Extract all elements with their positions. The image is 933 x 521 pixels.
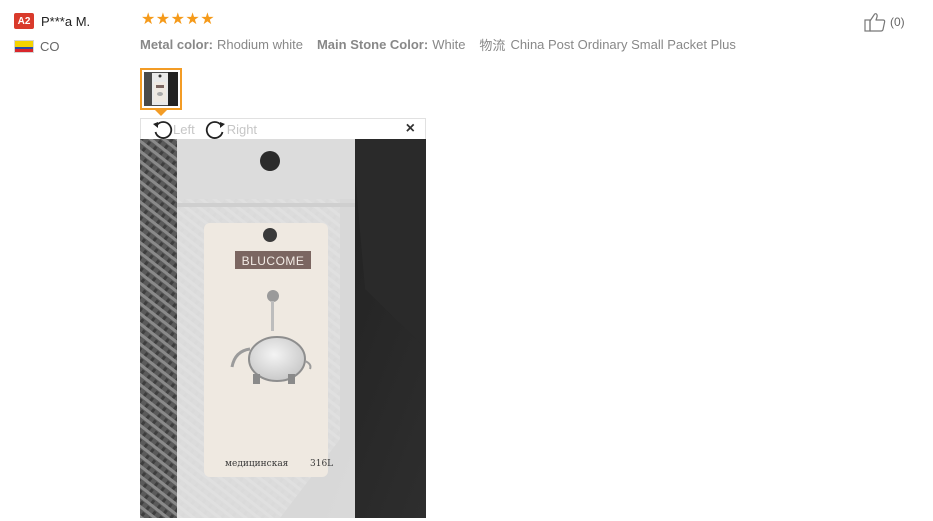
attribute-label: Metal color:: [140, 37, 213, 52]
attribute-shipping: 物流 China Post Ordinary Small Packet Plus: [479, 35, 735, 54]
close-viewer-button[interactable]: ×: [406, 120, 415, 138]
attribute-metal-color: Metal color: Rhodium white: [140, 35, 303, 54]
reviewer-header: A2 P***a M.: [14, 12, 124, 30]
attribute-value: White: [432, 37, 466, 52]
reviewer-info: A2 P***a M. CO: [14, 12, 124, 54]
attribute-value: Rhodium white: [216, 37, 303, 52]
star-icon: ★: [185, 11, 200, 28]
order-attributes: Metal color: Rhodium white Main Stone Co…: [140, 35, 750, 54]
shipping-label: 物流: [479, 38, 506, 53]
star-icon: ★: [141, 11, 156, 28]
reviewer-name: P***a M.: [41, 13, 91, 29]
thumbs-up-icon[interactable]: [864, 12, 887, 32]
rotate-left-button[interactable]: Left: [151, 119, 195, 139]
attribute-main-stone-color: Main Stone Color: White: [317, 35, 465, 54]
flag-stripe-red: [15, 49, 33, 52]
helpful-count: (0): [890, 15, 905, 29]
rotate-right-icon: [205, 121, 225, 139]
rotate-left-icon: [153, 121, 173, 139]
review-photo-thumbnail[interactable]: [140, 68, 182, 110]
country-code: CO: [40, 39, 60, 54]
reviewer-country: CO: [14, 39, 124, 54]
photo-viewer: Left Right × BLUCOME медицинская 316L: [140, 118, 426, 518]
star-icon: ★: [170, 11, 185, 28]
rotate-left-label: Left: [173, 121, 195, 137]
review-photo: BLUCOME медицинская 316L: [140, 139, 426, 518]
rotate-right-label: Right: [226, 121, 258, 137]
review-photo-image: BLUCOME медицинская 316L: [140, 139, 426, 518]
star-icon: ★: [155, 11, 171, 28]
package-brand-text: BLUCOME: [242, 254, 305, 268]
shipping-method: China Post Ordinary Small Packet Plus: [510, 37, 736, 52]
attribute-label: Main Stone Color:: [316, 37, 429, 52]
package-cyrillic-text: медицинская: [225, 459, 289, 469]
thumbnail-preview: [144, 72, 178, 106]
rotate-right-button[interactable]: Right: [205, 119, 257, 139]
star-icon: ★: [200, 11, 215, 28]
star-rating: ★ ★ ★ ★ ★: [141, 12, 215, 28]
country-flag-icon: [14, 40, 34, 53]
buyer-level-badge: A2: [14, 13, 34, 29]
package-code-text: 316L: [310, 459, 333, 469]
helpful-button[interactable]: (0): [864, 12, 905, 32]
thumbnail-selected-indicator: [155, 110, 167, 116]
thumbnail-image: [144, 72, 178, 106]
viewer-toolbar: Left Right ×: [140, 118, 426, 139]
